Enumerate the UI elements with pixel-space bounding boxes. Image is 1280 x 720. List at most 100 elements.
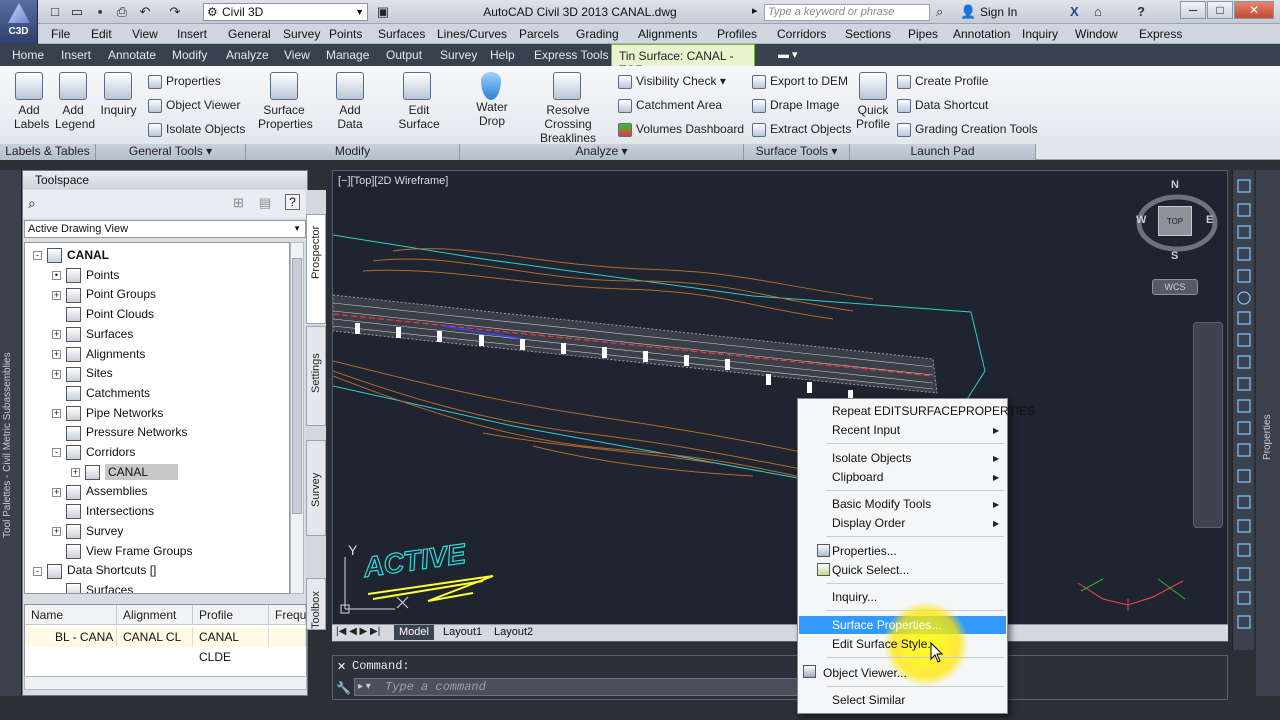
compass-east[interactable]: E (1206, 214, 1213, 226)
tab-prospector[interactable]: Prospector (306, 214, 326, 324)
menu-insert[interactable]: Insert (177, 27, 207, 41)
viewcube-top-face[interactable]: TOP (1158, 206, 1192, 236)
close-button[interactable]: ✕ (1234, 1, 1274, 19)
collapse-icon[interactable]: - (33, 566, 42, 576)
undo-icon[interactable]: ↶ (136, 3, 154, 21)
water-drop-button[interactable]: Water Drop (463, 72, 521, 128)
expand-icon[interactable]: + (52, 330, 61, 340)
menu-pipes[interactable]: Pipes (908, 27, 938, 41)
save-icon[interactable]: ▪ (91, 3, 109, 21)
menu-parcels[interactable]: Parcels (519, 27, 559, 41)
tree-item[interactable]: + CANAL (71, 462, 179, 482)
search-expand-icon[interactable]: ▸ (752, 4, 758, 17)
grid-cell-alignment[interactable]: CANAL CL (117, 627, 193, 647)
expand-icon[interactable]: + (52, 408, 61, 418)
tab-survey-side[interactable]: Survey (306, 440, 326, 536)
menu-corridors[interactable]: Corridors (777, 27, 826, 41)
tree-item[interactable]: • Points (52, 265, 119, 285)
print-icon[interactable]: ⎙ (113, 3, 131, 21)
add-labels-button[interactable]: Add Labels (14, 72, 49, 131)
visibility-check-button[interactable]: Visibility Check ▾ (618, 74, 726, 89)
grid-header-alignment[interactable]: Alignment (117, 605, 193, 625)
menu-survey[interactable]: Survey (283, 27, 320, 41)
tab-model[interactable]: Model (394, 625, 434, 640)
menu-profiles[interactable]: Profiles (717, 27, 757, 41)
compass-south[interactable]: S (1171, 250, 1178, 262)
menu-express[interactable]: Express (1139, 27, 1182, 41)
command-input[interactable]: Type a command (354, 678, 824, 696)
data-shortcut-button[interactable]: Data Shortcut (897, 98, 988, 113)
menu-points[interactable]: Points (329, 27, 362, 41)
create-profile-button[interactable]: Create Profile (897, 74, 988, 89)
panel-footer-analyze[interactable]: Analyze ▾ (460, 144, 744, 160)
workspace-tools-icon[interactable]: ▣ (374, 3, 392, 21)
redo-icon[interactable]: ↷ (166, 3, 184, 21)
toolspace-view-select[interactable]: Active Drawing View ▼ (24, 220, 306, 238)
exchange-icon[interactable]: X (1070, 4, 1079, 19)
minimize-button[interactable]: ─ (1180, 1, 1206, 19)
menu-lines-curves[interactable]: Lines/Curves (437, 27, 507, 41)
add-legend-button[interactable]: Add Legend (55, 72, 95, 131)
menu-window[interactable]: Window (1075, 27, 1118, 41)
cm-display-order[interactable]: Display Order (832, 516, 905, 530)
tree-item[interactable]: + Pipe Networks (52, 403, 163, 423)
object-viewer-button[interactable]: Object Viewer (148, 98, 240, 113)
navigation-bar[interactable] (1193, 322, 1223, 528)
panel-footer-labels-tables[interactable]: Labels & Tables (0, 144, 96, 160)
grid-header-frequency[interactable]: Frequ (269, 605, 306, 625)
sign-in-link[interactable]: Sign In (980, 5, 1017, 19)
tree-item[interactable]: Surfaces (52, 580, 133, 593)
tree-item[interactable]: Intersections (52, 501, 154, 521)
properties-button[interactable]: Properties (148, 74, 221, 89)
compass-west[interactable]: W (1136, 214, 1146, 226)
tab-annotate[interactable]: Annotate (108, 48, 156, 62)
tree-item[interactable]: - Data Shortcuts [] (33, 560, 156, 580)
export-to-dem-button[interactable]: Export to DEM (752, 74, 848, 89)
grading-creation-tools-button[interactable]: Grading Creation Tools (897, 122, 1038, 137)
quick-profile-button[interactable]: Quick Profile (855, 72, 891, 131)
viewport-controls-label[interactable]: [−][Top][2D Wireframe] (338, 175, 448, 187)
ribbon-minimize-icon[interactable]: ▬ ▾ (778, 48, 798, 61)
cm-properties[interactable]: Properties... (832, 544, 897, 558)
tab-layout2[interactable]: Layout2 (489, 625, 538, 640)
tree-scroll-thumb[interactable] (292, 258, 302, 514)
expand-icon[interactable]: + (71, 468, 80, 478)
tree-item[interactable]: + Assemblies (52, 481, 147, 501)
panel-footer-launch-pad[interactable]: Launch Pad (850, 144, 1036, 160)
expand-icon[interactable]: + (52, 349, 61, 359)
cm-clipboard[interactable]: Clipboard (832, 470, 883, 484)
menu-grading[interactable]: Grading (576, 27, 619, 41)
add-data-button[interactable]: Add Data (326, 72, 374, 131)
tab-layout1[interactable]: Layout1 (438, 625, 487, 640)
tree-item[interactable]: + Alignments (52, 344, 145, 364)
expand-icon[interactable]: + (52, 290, 61, 300)
drape-image-button[interactable]: Drape Image (752, 98, 839, 113)
cm-recent-input[interactable]: Recent Input (832, 423, 900, 437)
tab-survey[interactable]: Survey (440, 48, 477, 62)
tab-home[interactable]: Home (12, 48, 44, 62)
tree-item[interactable]: - CANAL (33, 245, 109, 265)
binoculars-icon[interactable]: ⌕ (936, 4, 943, 20)
tab-insert[interactable]: Insert (61, 48, 91, 62)
cm-select-similar[interactable]: Select Similar (832, 693, 905, 707)
tab-analyze[interactable]: Analyze (226, 48, 269, 62)
grid-header-profile[interactable]: Profile (193, 605, 269, 625)
grid-cell-name[interactable]: BL - CANA (25, 627, 117, 647)
cm-edit-surface-style[interactable]: Edit Surface Style... (832, 637, 937, 651)
search-icon[interactable]: ⌕ (28, 195, 36, 212)
grid-cell-frequency[interactable] (269, 627, 306, 647)
cm-basic-modify-tools[interactable]: Basic Modify Tools (832, 497, 931, 511)
grid-horizontal-scrollbar[interactable] (24, 676, 307, 690)
expand-icon[interactable]: + (52, 369, 61, 379)
help-icon[interactable]: ? (285, 194, 300, 210)
tree-item[interactable]: + Survey (52, 521, 123, 541)
cm-object-viewer[interactable]: Object Viewer... (823, 666, 907, 680)
menu-view[interactable]: View (132, 27, 158, 41)
new-file-icon[interactable]: □ (46, 3, 64, 21)
tab-help[interactable]: Help (490, 48, 515, 62)
resolve-crossing-breaklines-button[interactable]: Resolve Crossing Breaklines (526, 72, 610, 145)
grid-cell-profile[interactable]: CANAL CLDE (193, 627, 269, 664)
tab-modify[interactable]: Modify (172, 48, 207, 62)
tree-item[interactable]: Pressure Networks (52, 422, 187, 442)
tree-item[interactable]: + Surfaces (52, 324, 133, 344)
